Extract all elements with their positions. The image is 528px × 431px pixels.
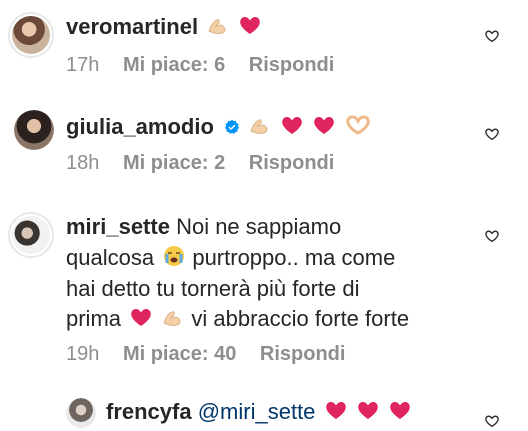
- red-heart-icon: [356, 398, 380, 430]
- comment-text-line-4: prima vi abbraccio forte forte: [66, 304, 409, 337]
- comment-body: prima: [66, 306, 122, 331]
- timestamp: 17h: [66, 54, 100, 76]
- username[interactable]: veromartinel: [66, 14, 198, 39]
- red-heart-icon: [312, 113, 336, 145]
- like-heart-icon[interactable]: [484, 126, 500, 142]
- like-count[interactable]: Mi piace: 6: [123, 54, 225, 76]
- timestamp: 18h: [66, 152, 100, 174]
- red-heart-icon: [324, 398, 348, 430]
- comment-text-line-1: miri_sette Noi ne sappiamo: [66, 212, 341, 242]
- flexed-biceps-icon: [161, 305, 185, 337]
- like-heart-icon[interactable]: [484, 28, 500, 44]
- username[interactable]: giulia_amodio: [66, 114, 214, 139]
- crying-face-icon: [162, 244, 186, 276]
- comment-meta: 18h Mi piace: 2 Rispondi: [66, 152, 352, 175]
- username[interactable]: frencyfa: [106, 399, 192, 424]
- avatar[interactable]: [8, 12, 54, 58]
- avatar[interactable]: [66, 398, 96, 428]
- heart-hands-icon: [345, 113, 371, 145]
- reply-button[interactable]: Rispondi: [260, 343, 346, 365]
- like-count[interactable]: Mi piace: 40: [123, 343, 236, 365]
- red-heart-icon: [388, 398, 412, 430]
- like-count[interactable]: Mi piace: 2: [123, 152, 225, 174]
- comment-text-line-3: hai detto tu tornerà più forte di: [66, 274, 360, 304]
- avatar-image: [66, 398, 96, 428]
- avatar-image: [14, 110, 54, 150]
- reply-button[interactable]: Rispondi: [249, 54, 335, 76]
- comment-body: purtroppo.. ma come: [192, 245, 396, 270]
- comment-meta: 19h Mi piace: 40 Rispondi: [66, 343, 363, 366]
- comment-text: veromartinel: [66, 12, 262, 45]
- like-heart-icon[interactable]: [484, 413, 500, 429]
- reply-button[interactable]: Rispondi: [249, 152, 335, 174]
- red-heart-icon: [280, 113, 304, 145]
- avatar-image: [12, 16, 50, 54]
- comment-text: giulia_amodio: [66, 112, 371, 145]
- avatar[interactable]: [14, 110, 54, 150]
- comment-meta: 17h Mi piace: 6 Rispondi: [66, 54, 352, 77]
- comment-body: qualcosa: [66, 245, 155, 270]
- comment-body: vi abbraccio forte forte: [191, 306, 410, 331]
- avatar[interactable]: [8, 212, 54, 258]
- comment-text-line-2: qualcosa purtroppo.. ma come: [66, 243, 395, 276]
- comment-body: hai detto tu tornerà più forte di: [66, 276, 360, 301]
- verified-badge-icon: [224, 113, 240, 143]
- flexed-biceps-icon: [206, 13, 230, 45]
- mention-link[interactable]: @miri_sette: [198, 399, 316, 424]
- username[interactable]: miri_sette: [66, 214, 170, 239]
- comment-text: frencyfa @miri_sette: [106, 397, 412, 430]
- flexed-biceps-icon: [248, 113, 272, 145]
- red-heart-icon: [129, 305, 153, 337]
- timestamp: 19h: [66, 343, 100, 365]
- comment-body: Noi ne sappiamo: [176, 214, 342, 239]
- red-heart-icon: [238, 13, 262, 45]
- like-heart-icon[interactable]: [484, 228, 500, 244]
- avatar-image: [12, 216, 50, 254]
